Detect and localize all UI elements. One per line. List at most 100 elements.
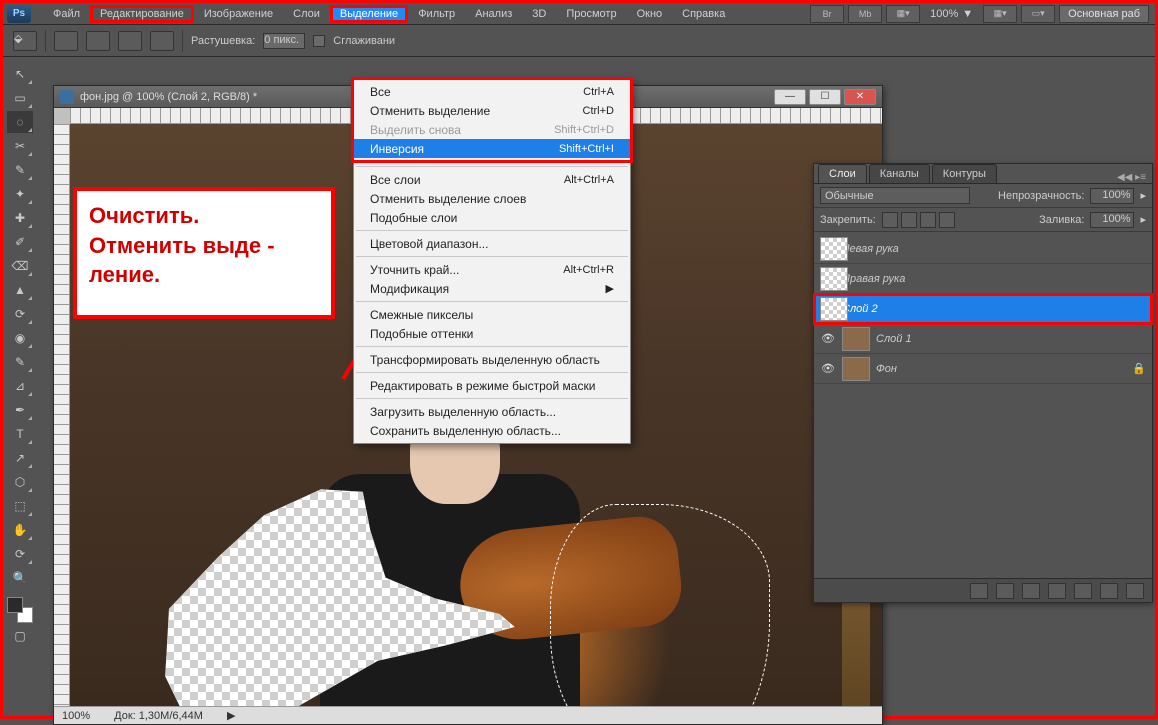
panel-collapse-icon[interactable]: ◀◀ ▸≡ [1117,172,1152,183]
status-arrow-icon[interactable]: ▶ [227,709,235,722]
menu-item-отменить-выделение-слоев[interactable]: Отменить выделение слоев [354,189,630,208]
feather-input[interactable]: 0 пикс. [263,33,305,49]
menu-item-подобные-оттенки[interactable]: Подобные оттенки [354,324,630,343]
screenmode-button[interactable]: ▭▾ [1021,5,1055,23]
layer-thumbnail[interactable] [820,297,848,321]
path-select-tool[interactable]: ↗ [7,447,33,469]
menu-item-уточнить-край-[interactable]: Уточнить край...Alt+Ctrl+R [354,260,630,279]
menu-filter[interactable]: Фильтр [408,5,465,23]
link-layers-icon[interactable] [970,583,988,599]
menu-item-загрузить-выделенную-область-[interactable]: Загрузить выделенную область... [354,402,630,421]
eraser-tool[interactable]: ⟳ [7,303,33,325]
blur-tool[interactable]: ✎ [7,351,33,373]
menu-view[interactable]: Просмотр [556,5,626,23]
layer-thumbnail[interactable] [842,357,870,381]
menu-help[interactable]: Справка [672,5,735,23]
layer-row[interactable]: 👁Левая рука [814,234,1152,264]
layer-row[interactable]: Правая рука [814,264,1152,294]
move-tool[interactable]: ↖ [7,63,33,85]
lock-all-icon[interactable] [939,212,955,228]
layer-name[interactable]: Слой 1 [876,333,1146,345]
layer-row[interactable]: 👁Слой 2 [814,294,1152,324]
layer-thumbnail[interactable] [820,237,848,261]
fill-input[interactable]: 100% [1090,212,1134,228]
adjustment-layer-icon[interactable] [1048,583,1066,599]
layer-name[interactable]: Фон [876,363,1126,375]
shape-tool[interactable]: ⬡ [7,471,33,493]
menu-analysis[interactable]: Анализ [465,5,522,23]
opacity-input[interactable]: 100% [1090,188,1134,204]
pen-tool[interactable]: ✒ [7,399,33,421]
layer-thumbnail[interactable] [820,267,848,291]
zoom-tool[interactable]: 🔍 [7,567,33,589]
hand-tool[interactable]: ✋ [7,519,33,541]
menu-item-модификация[interactable]: Модификация▶ [354,279,630,298]
status-docinfo[interactable]: Док: 1,30M/6,44M [114,710,203,722]
brush-tool[interactable]: ✐ [7,231,33,253]
menu-item-трансформировать-выделенную-область[interactable]: Трансформировать выделенную область [354,350,630,369]
tab-layers[interactable]: Слои [818,164,867,183]
ruler-vertical[interactable] [54,124,70,706]
fill-arrow-icon[interactable]: ▸ [1140,213,1146,226]
zoom-display[interactable]: 100%▼ [924,8,979,20]
menu-layers[interactable]: Слои [283,5,330,23]
layer-name[interactable]: Левая рука [842,243,1146,255]
window-minimize-button[interactable]: — [774,89,806,105]
layer-name[interactable]: Правая рука [842,273,1146,285]
menu-edit[interactable]: Редактирование [90,5,194,23]
window-maximize-button[interactable]: ☐ [809,89,841,105]
new-layer-icon[interactable] [1100,583,1118,599]
layer-thumbnail[interactable] [842,327,870,351]
menu-window[interactable]: Окно [627,5,673,23]
stamp-tool[interactable]: ⌫ [7,255,33,277]
menu-select[interactable]: Выделение [330,5,408,23]
menu-item-все[interactable]: ВсеCtrl+A [354,82,630,101]
bridge-button[interactable]: Br [810,5,844,23]
layer-row[interactable]: 👁 Слой 1 [814,324,1152,354]
tab-paths[interactable]: Контуры [932,164,997,183]
menu-item-отменить-выделение[interactable]: Отменить выделениеCtrl+D [354,101,630,120]
menu-image[interactable]: Изображение [194,5,283,23]
workspace-switcher[interactable]: Основная раб [1059,5,1149,23]
menu-file[interactable]: Файл [43,5,90,23]
rotate-tool[interactable]: ⟳ [7,543,33,565]
layer-mask-icon[interactable] [1022,583,1040,599]
window-close-button[interactable]: ✕ [844,89,876,105]
opacity-arrow-icon[interactable]: ▸ [1140,189,1146,202]
tab-channels[interactable]: Каналы [869,164,930,183]
layer-fx-icon[interactable] [996,583,1014,599]
selection-intersect-icon[interactable] [150,31,174,51]
selection-add-icon[interactable] [86,31,110,51]
3d-tool[interactable]: ⬚ [7,495,33,517]
antialias-checkbox[interactable] [313,35,325,47]
layer-group-icon[interactable] [1074,583,1092,599]
menu-item-редактировать-в-режиме-быстрой-маски[interactable]: Редактировать в режиме быстрой маски [354,376,630,395]
status-zoom[interactable]: 100% [62,710,90,722]
eyedropper-tool[interactable]: ✎ [7,159,33,181]
minibridge-button[interactable]: Mb [848,5,882,23]
menu-item-подобные-слои[interactable]: Подобные слои [354,208,630,227]
crop-tool[interactable]: ✂ [7,135,33,157]
lock-pixels-icon[interactable] [901,212,917,228]
menu-item-все-слои[interactable]: Все слоиAlt+Ctrl+A [354,170,630,189]
quickmask-toggle[interactable]: ▢ [7,625,33,647]
menu-item-цветовой-диапазон-[interactable]: Цветовой диапазон... [354,234,630,253]
selection-subtract-icon[interactable] [118,31,142,51]
menu-3d[interactable]: 3D [522,5,556,23]
healing-tool[interactable]: ✚ [7,207,33,229]
layer-visibility-icon[interactable]: 👁 [820,361,836,377]
lock-position-icon[interactable] [920,212,936,228]
layer-row[interactable]: 👁Фон🔒 [814,354,1152,384]
tool-preset-icon[interactable]: ⬙ [13,31,37,51]
menu-item-выделить-снова[interactable]: Выделить сноваShift+Ctrl+D [354,120,630,139]
dodge-tool[interactable]: ⊿ [7,375,33,397]
lasso-tool[interactable]: ◌ [7,111,33,133]
type-tool[interactable]: T [7,423,33,445]
delete-layer-icon[interactable] [1126,583,1144,599]
color-swatches[interactable] [7,597,33,623]
marquee-tool[interactable]: ▭ [7,87,33,109]
wand-tool[interactable]: ✦ [7,183,33,205]
selection-new-icon[interactable] [54,31,78,51]
menu-item-смежные-пикселы[interactable]: Смежные пикселы [354,305,630,324]
layer-visibility-icon[interactable]: 👁 [820,331,836,347]
